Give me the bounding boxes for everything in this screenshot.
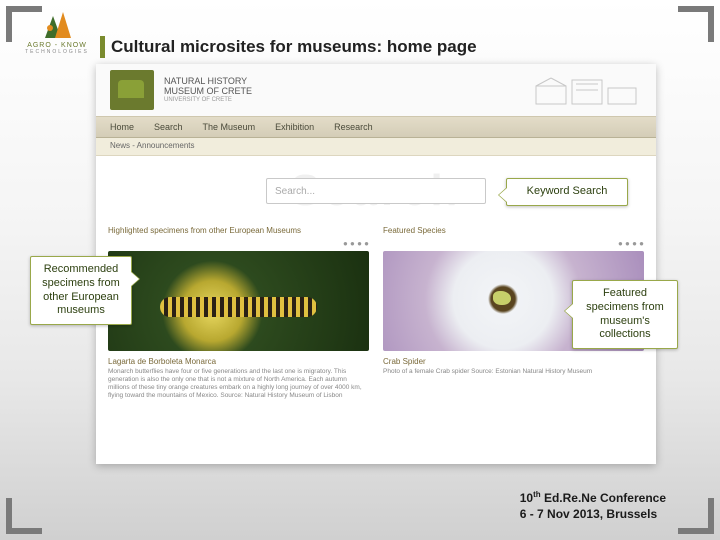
footer-conf: Ed.Re.Ne Conference — [541, 491, 666, 505]
left-column: Highlighted specimens from other Europea… — [108, 226, 369, 401]
footer-num: 10 — [520, 491, 533, 505]
museum-name-line: UNIVERSITY OF CRETE — [164, 97, 252, 104]
nav-home[interactable]: Home — [110, 122, 134, 132]
project-sublabel: TECHNOLOGIES — [24, 49, 90, 55]
left-section-title: Highlighted specimens from other Europea… — [108, 226, 369, 235]
nav-search[interactable]: Search — [154, 122, 183, 132]
slide-title-row: Cultural microsites for museums: home pa… — [100, 36, 477, 58]
left-caption-text: Monarch butterflies have four or five ge… — [108, 368, 369, 401]
leaf-logo-icon — [37, 10, 77, 40]
callout-recommended: Recommended specimens from other Europea… — [30, 256, 132, 325]
frame-corner — [678, 498, 714, 534]
subnav-news[interactable]: News - Announcements — [110, 141, 195, 150]
museum-logo-icon — [110, 70, 154, 110]
callout-arrow-icon — [498, 187, 507, 203]
frame-corner — [678, 6, 714, 42]
museum-title: NATURAL HISTORY MUSEUM OF CRETE UNIVERSI… — [164, 77, 252, 103]
specimen-thumb-caterpillar[interactable] — [108, 251, 369, 351]
left-caption-title: Lagarta de Borboleta Monarca — [108, 357, 369, 366]
museum-name-line: MUSEUM OF CRETE — [164, 87, 252, 97]
callout-keyword-search: Keyword Search — [506, 178, 628, 206]
footer-ordinal: th — [533, 490, 541, 499]
project-label: AGRO - KNOW — [24, 42, 90, 49]
main-nav: Home Search The Museum Exhibition Resear… — [96, 116, 656, 138]
nav-exhibition[interactable]: Exhibition — [275, 122, 314, 132]
callout-text: Featured specimens from museum's collect… — [586, 287, 664, 340]
nav-museum[interactable]: The Museum — [203, 122, 256, 132]
callout-arrow-icon — [564, 303, 573, 319]
carousel-dots[interactable]: ● ● ● ● — [383, 239, 644, 248]
callout-text: Recommended specimens from other Europea… — [42, 263, 120, 316]
slide-footer: 10th Ed.Re.Ne Conference 6 - 7 Nov 2013,… — [520, 490, 666, 522]
search-placeholder: Search... — [275, 186, 315, 197]
callout-arrow-icon — [131, 271, 140, 287]
site-header: NATURAL HISTORY MUSEUM OF CRETE UNIVERSI… — [96, 64, 656, 116]
search-input[interactable]: Search... — [266, 178, 486, 204]
right-caption-title: Crab Spider — [383, 357, 644, 366]
website-screenshot: NATURAL HISTORY MUSEUM OF CRETE UNIVERSI… — [96, 64, 656, 464]
nav-research[interactable]: Research — [334, 122, 373, 132]
footer-line1: 10th Ed.Re.Ne Conference — [520, 490, 666, 506]
title-accent-bar — [100, 36, 105, 58]
slide-title: Cultural microsites for museums: home pa… — [111, 37, 477, 57]
callout-text: Keyword Search — [527, 185, 608, 197]
right-caption-text: Photo of a female Crab spider Source: Es… — [383, 368, 644, 376]
sub-nav: News - Announcements — [96, 138, 656, 156]
project-logo: AGRO - KNOW TECHNOLOGIES — [24, 10, 90, 55]
frame-corner — [6, 498, 42, 534]
footer-line2: 6 - 7 Nov 2013, Brussels — [520, 506, 666, 522]
building-sketch-icon — [532, 72, 642, 108]
right-section-title: Featured Species — [383, 226, 644, 235]
carousel-dots[interactable]: ● ● ● ● — [108, 239, 369, 248]
callout-featured: Featured specimens from museum's collect… — [572, 280, 678, 349]
